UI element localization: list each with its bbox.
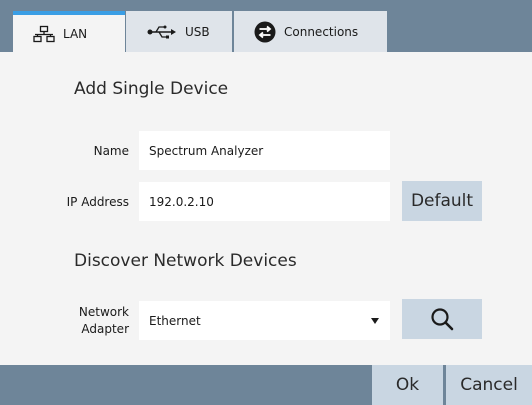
lan-panel: Add Single Device Name Spectrum Analyzer… [0,52,532,365]
cancel-button[interactable]: Cancel [446,365,532,405]
network-adapter-label-line1: Network [78,305,129,319]
search-button[interactable] [402,299,482,339]
name-label: Name [93,144,129,158]
dropdown-arrow-icon [370,317,380,325]
tab-lan[interactable]: LAN [13,11,125,53]
tab-bar: LAN USB Connections [0,0,532,53]
network-adapter-label: Network Adapter [29,304,129,338]
network-icon [33,25,55,43]
default-button[interactable]: Default [402,181,482,221]
tab-lan-label: LAN [63,27,88,41]
tab-connections-label: Connections [284,24,359,39]
ip-address-label: IP Address [66,195,129,209]
search-icon [429,306,455,332]
usb-icon [147,24,177,40]
discover-network-devices-title: Discover Network Devices [74,251,297,271]
name-field[interactable]: Spectrum Analyzer [139,131,390,170]
tab-connections[interactable]: Connections [234,11,387,52]
tab-usb-label: USB [185,24,210,39]
network-adapter-select[interactable]: Ethernet [139,301,390,340]
network-adapter-label-line2: Adapter [81,322,129,336]
ok-button[interactable]: Ok [372,365,443,405]
network-adapter-value: Ethernet [149,313,201,328]
swap-arrows-icon [254,21,276,43]
tab-usb[interactable]: USB [126,11,232,52]
ip-address-field[interactable]: 192.0.2.10 [139,182,390,221]
add-single-device-title: Add Single Device [74,79,229,99]
